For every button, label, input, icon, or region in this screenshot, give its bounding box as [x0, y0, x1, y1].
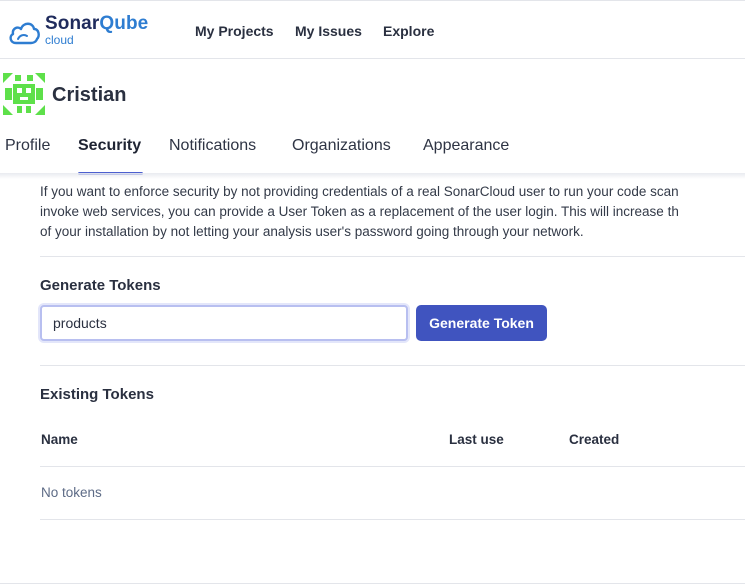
tab-organizations[interactable]: Organizations — [292, 137, 391, 155]
generate-tokens-title: Generate Tokens — [40, 277, 161, 294]
tab-notifications[interactable]: Notifications — [169, 137, 256, 155]
table-header-divider — [40, 466, 745, 467]
account-tabs: Profile Security Notifications Organizat… — [0, 130, 745, 176]
existing-tokens-title: Existing Tokens — [40, 386, 154, 403]
sonar-cloud-logo-icon — [9, 22, 40, 45]
brand-sub: cloud — [45, 33, 74, 47]
no-tokens-message: No tokens — [41, 485, 102, 500]
brand-name: SonarQube — [45, 13, 149, 34]
tab-security[interactable]: Security — [78, 137, 141, 155]
page: SonarQube cloud My Projects My Issues Ex… — [0, 0, 745, 585]
identicon-avatar-icon — [3, 73, 45, 115]
footer-divider — [0, 583, 745, 584]
tab-appearance[interactable]: Appearance — [423, 137, 509, 155]
column-header-created: Created — [569, 432, 620, 447]
column-header-name: Name — [41, 432, 78, 447]
column-header-last-use: Last use — [449, 432, 504, 447]
top-navbar: SonarQube cloud My Projects My Issues Ex… — [0, 0, 745, 59]
description-line: invoke web services, you can provide a U… — [40, 204, 679, 219]
nav-explore[interactable]: Explore — [383, 23, 434, 39]
nav-my-issues[interactable]: My Issues — [295, 23, 362, 39]
token-name-input[interactable] — [40, 305, 408, 341]
table-bottom-divider — [40, 519, 745, 520]
tabs-shadow — [0, 173, 745, 179]
description-line: If you want to enforce security by not p… — [40, 184, 679, 199]
section-divider — [40, 256, 745, 257]
section-divider — [40, 365, 745, 366]
security-description: If you want to enforce security by not p… — [40, 182, 745, 242]
description-line: of your installation by not letting your… — [40, 224, 584, 239]
user-name: Cristian — [52, 84, 127, 106]
generate-token-button[interactable]: Generate Token — [416, 305, 547, 341]
sonarqube-cloud-logo[interactable]: SonarQube cloud — [7, 13, 157, 49]
tab-profile[interactable]: Profile — [5, 137, 50, 155]
nav-my-projects[interactable]: My Projects — [195, 23, 274, 39]
